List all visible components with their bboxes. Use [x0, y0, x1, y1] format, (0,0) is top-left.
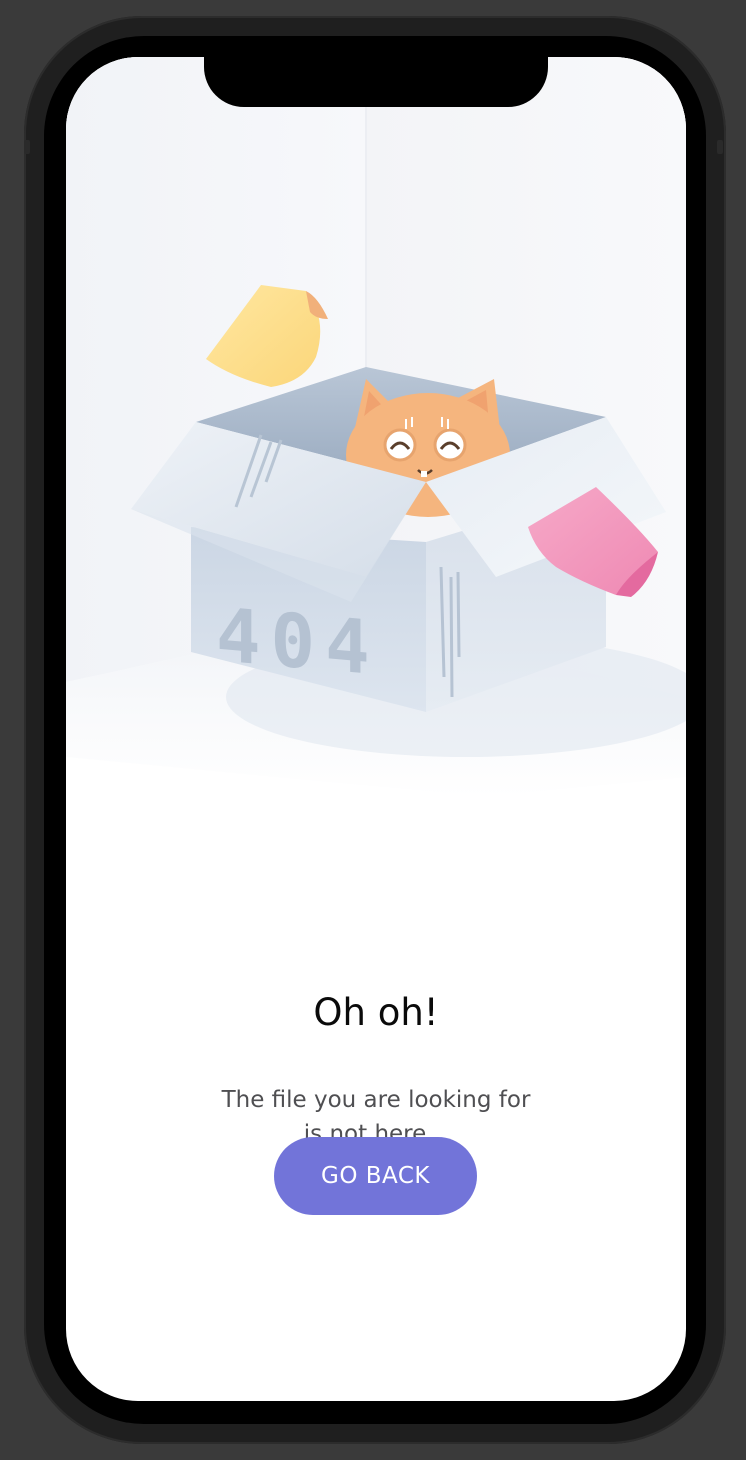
- device-notch: [204, 57, 548, 107]
- side-button-left: [24, 140, 30, 154]
- side-button-right: [717, 140, 723, 154]
- app-screen: 404 Oh oh! The file you are looking for …: [66, 57, 686, 1401]
- box-label-404: 404: [216, 592, 380, 692]
- not-found-illustration: 404: [66, 57, 686, 817]
- page-title: Oh oh!: [313, 991, 439, 1034]
- go-back-button[interactable]: GO BACK: [274, 1137, 477, 1215]
